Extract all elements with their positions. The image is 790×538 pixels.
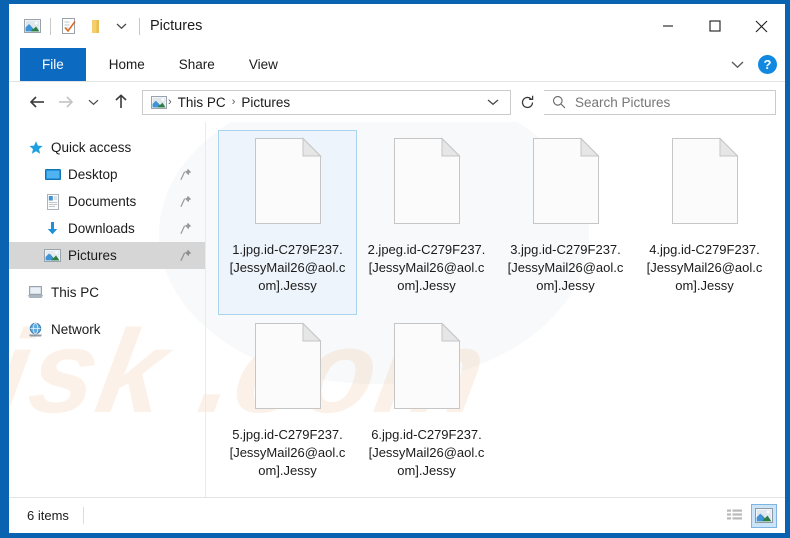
tab-file[interactable]: File (20, 48, 86, 81)
file-item[interactable]: 3.jpg.id-C279F237.[JessyMail26@aol.com].… (496, 130, 635, 315)
downloads-icon (44, 220, 61, 237)
file-item[interactable]: 4.jpg.id-C279F237.[JessyMail26@aol.com].… (635, 130, 774, 315)
blank-document-icon (392, 322, 462, 415)
recent-locations-chevron-icon[interactable] (79, 88, 107, 116)
sidebar-item-downloads[interactable]: Downloads (9, 215, 205, 242)
sidebar-item-label: Desktop (68, 167, 118, 182)
file-name: 3.jpg.id-C279F237.[JessyMail26@aol.com].… (507, 242, 624, 293)
large-icons-view-icon[interactable] (751, 503, 777, 528)
search-input[interactable]: Search Pictures (544, 89, 776, 115)
file-list-view[interactable]: 1.jpg.id-C279F237.[JessyMail26@aol.com].… (206, 122, 785, 497)
file-item[interactable]: 2.jpeg.id-C279F237.[JessyMail26@aol.com]… (357, 130, 496, 315)
explorer-window: risk .com Pictures File Home Share View … (0, 0, 790, 538)
details-view-icon[interactable] (721, 504, 747, 528)
sidebar-item-label: Downloads (68, 221, 135, 236)
desktop-icon (44, 166, 61, 183)
ribbon-tabs: File Home Share View (9, 48, 295, 81)
pin-icon[interactable] (180, 195, 192, 208)
blank-document-icon (253, 137, 323, 230)
sidebar-item-documents[interactable]: Documents (9, 188, 205, 215)
pin-icon[interactable] (180, 168, 192, 181)
properties-icon[interactable] (56, 13, 82, 39)
window-client-area: risk .com Pictures File Home Share View … (9, 4, 785, 533)
file-name: 4.jpg.id-C279F237.[JessyMail26@aol.com].… (646, 242, 763, 293)
blank-document-icon (253, 322, 323, 415)
file-item[interactable]: 1.jpg.id-C279F237.[JessyMail26@aol.com].… (218, 130, 357, 315)
breadcrumb-pictures[interactable]: Pictures (236, 95, 295, 110)
chevron-down-icon[interactable] (108, 13, 134, 39)
this-pc-icon (27, 284, 44, 301)
back-arrow-icon[interactable] (23, 88, 51, 116)
chevron-down-icon[interactable] (727, 60, 748, 69)
chevron-down-icon[interactable] (478, 98, 508, 106)
sidebar-item-label: Pictures (68, 248, 117, 263)
window-controls (644, 4, 785, 48)
picture-icon (44, 247, 61, 264)
file-item[interactable]: 6.jpg.id-C279F237.[JessyMail26@aol.com].… (357, 315, 496, 497)
close-button[interactable] (738, 4, 785, 48)
documents-icon (44, 193, 61, 210)
status-bar: 6 items (9, 497, 785, 533)
sidebar-gap-2 (9, 306, 205, 316)
tab-home[interactable]: Home (92, 48, 162, 81)
pin-icon[interactable] (180, 222, 192, 235)
sidebar-item-label: This PC (51, 285, 100, 300)
sidebar-item-network[interactable]: Network (9, 316, 205, 343)
minimize-button[interactable] (644, 4, 691, 48)
network-icon (27, 321, 44, 338)
search-placeholder: Search Pictures (575, 94, 671, 110)
sidebar-item-quick-access[interactable]: Quick access (9, 134, 205, 161)
file-item[interactable]: 5.jpg.id-C279F237.[JessyMail26@aol.com].… (218, 315, 357, 497)
navigation-pane: Quick access Desktop Documents Downloads… (9, 122, 206, 497)
item-count-label: 6 items (27, 508, 69, 523)
sidebar-item-desktop[interactable]: Desktop (9, 161, 205, 188)
star-icon (27, 139, 44, 156)
sidebar-item-label: Network (51, 322, 101, 337)
window-title: Pictures (150, 18, 203, 34)
ribbon-tab-bar: File Home Share View ? (9, 48, 785, 81)
file-name: 5.jpg.id-C279F237.[JessyMail26@aol.com].… (229, 427, 346, 478)
blank-document-icon (670, 137, 740, 230)
file-name: 2.jpeg.id-C279F237.[JessyMail26@aol.com]… (367, 242, 486, 293)
tab-view[interactable]: View (232, 48, 295, 81)
breadcrumb-this-pc[interactable]: This PC (173, 95, 231, 110)
view-mode-buttons (721, 503, 777, 528)
file-name: 6.jpg.id-C279F237.[JessyMail26@aol.com].… (368, 427, 485, 478)
maximize-button[interactable] (691, 4, 738, 48)
explorer-body: Quick access Desktop Documents Downloads… (9, 122, 785, 497)
tab-share[interactable]: Share (162, 48, 232, 81)
sidebar-item-label: Quick access (51, 140, 132, 155)
toolbar-separator (50, 17, 51, 35)
ribbon-right-controls: ? (727, 48, 777, 81)
title-bar: Pictures (9, 4, 785, 48)
pin-icon[interactable] (180, 249, 192, 262)
address-toolbar: › This PC › Pictures Search Pictures (9, 82, 785, 122)
toolbar-separator-2 (139, 17, 140, 35)
help-icon[interactable]: ? (758, 55, 777, 74)
refresh-icon[interactable] (513, 90, 541, 115)
forward-arrow-icon (51, 88, 79, 116)
sidebar-item-this-pc[interactable]: This PC (9, 279, 205, 306)
blank-document-icon (392, 137, 462, 230)
blank-document-icon (531, 137, 601, 230)
quick-access-toolbar (9, 13, 145, 39)
address-bar[interactable]: › This PC › Pictures (142, 89, 511, 115)
sidebar-item-label: Documents (68, 194, 137, 209)
file-name: 1.jpg.id-C279F237.[JessyMail26@aol.com].… (229, 242, 346, 293)
up-arrow-icon[interactable] (107, 88, 135, 116)
picture-icon[interactable] (19, 13, 45, 39)
picture-icon (149, 95, 167, 109)
sidebar-item-pictures[interactable]: Pictures (9, 242, 205, 269)
search-icon (552, 95, 566, 109)
status-separator (82, 507, 84, 524)
new-folder-icon[interactable] (82, 13, 108, 39)
